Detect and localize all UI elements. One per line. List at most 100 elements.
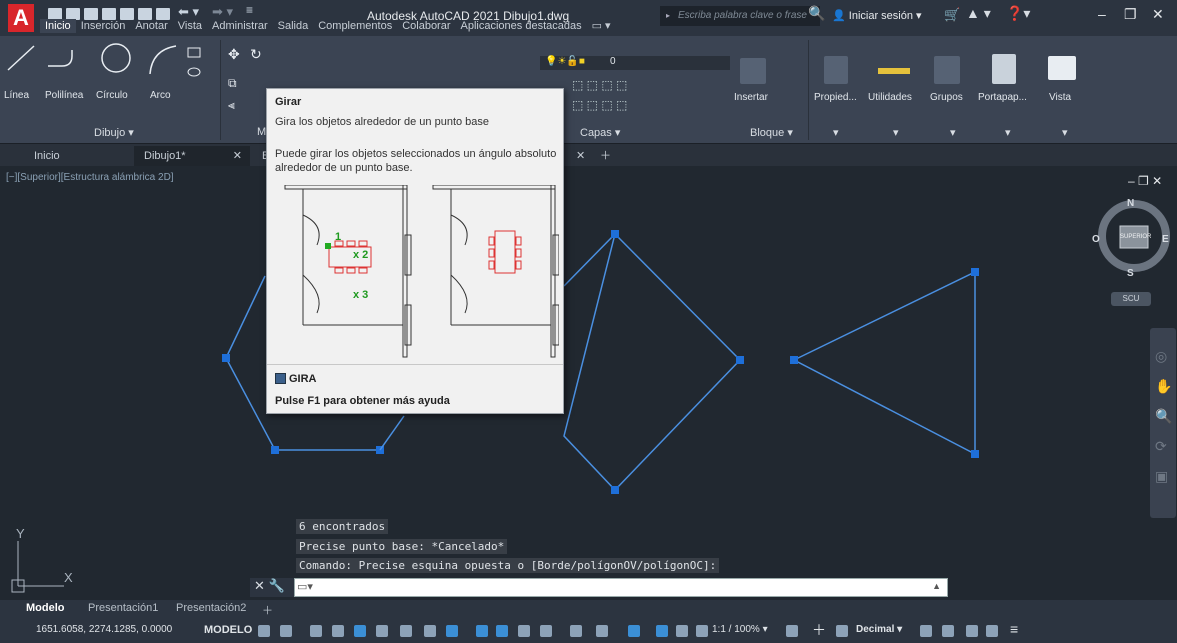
- tab-colaborar[interactable]: Colaborar: [397, 19, 455, 33]
- showmotion-icon[interactable]: ▣: [1155, 468, 1168, 485]
- polyline-tool-label[interactable]: Polilínea: [45, 90, 83, 101]
- selection-filter-icon[interactable]: [596, 625, 608, 637]
- view-label[interactable]: Vista: [1049, 92, 1071, 103]
- clipboard-icon[interactable]: [992, 54, 1016, 84]
- properties-panel-expand[interactable]: ▾: [833, 126, 839, 139]
- tab-anotar[interactable]: Anotar: [130, 19, 172, 33]
- osnap-icon[interactable]: [446, 625, 458, 637]
- mirror-icon[interactable]: ⫷: [228, 98, 235, 113]
- help-icon[interactable]: ❓▾: [1006, 5, 1030, 22]
- lineweight-icon[interactable]: [476, 625, 488, 637]
- isodraft-icon[interactable]: [400, 625, 412, 637]
- autoscale-icon[interactable]: [676, 625, 688, 637]
- clipboard-label[interactable]: Portapap...: [978, 92, 1027, 103]
- add-layout-icon[interactable]: ＋: [262, 602, 273, 618]
- modify-panel-title[interactable]: M: [257, 126, 266, 138]
- ucs-menu[interactable]: SCU: [1111, 292, 1151, 306]
- utilities-label[interactable]: Utilidades: [868, 92, 912, 103]
- viewcube-label[interactable]: SUPERIOR: [1120, 234, 1151, 240]
- customization-menu-icon[interactable]: ≡: [1010, 621, 1018, 637]
- quick-properties-icon[interactable]: [836, 625, 848, 637]
- dynamic-input-icon[interactable]: [332, 625, 344, 637]
- line-tool-label[interactable]: Línea: [4, 90, 29, 101]
- store-icon[interactable]: 🛒: [944, 7, 960, 23]
- tab-layout2[interactable]: Presentación2: [176, 602, 246, 614]
- command-input[interactable]: ▭▾ ▲: [294, 578, 948, 597]
- tab-insercion[interactable]: Inserción: [76, 19, 131, 33]
- lock-ui-icon[interactable]: [920, 625, 932, 637]
- minimize-button[interactable]: –: [1098, 6, 1106, 22]
- close-tab-icon[interactable]: ✕: [233, 146, 242, 166]
- drawing-canvas[interactable]: [0, 166, 1177, 598]
- tab-model[interactable]: Modelo: [26, 602, 65, 614]
- clipboard-panel-expand[interactable]: ▾: [1005, 126, 1011, 139]
- annotation-visibility-icon[interactable]: [656, 625, 668, 637]
- utilities-panel-expand[interactable]: ▾: [893, 126, 899, 139]
- selection-cycling-icon[interactable]: [518, 625, 530, 637]
- infer-icon[interactable]: [310, 625, 322, 637]
- autocad-logo[interactable]: A: [8, 4, 34, 32]
- autodesk-account-icon[interactable]: ▲ ▾: [966, 5, 991, 22]
- insert-label[interactable]: Insertar: [734, 92, 768, 103]
- layer-tools-icons[interactable]: ⬚ ⬚ ⬚ ⬚: [572, 78, 627, 92]
- tab-complementos[interactable]: Complementos: [313, 19, 397, 33]
- tab-vista[interactable]: Vista: [173, 19, 207, 33]
- insert-block-icon[interactable]: [740, 58, 766, 84]
- gizmo-icon[interactable]: [628, 625, 640, 637]
- groups-icon[interactable]: [934, 56, 960, 84]
- draw-panel-title[interactable]: Dibujo ▾: [94, 126, 134, 139]
- viewport-window-controls[interactable]: – ❐ ✕: [1128, 174, 1162, 188]
- search-expand-icon[interactable]: ▸: [666, 6, 670, 26]
- properties-label[interactable]: Propied...: [814, 92, 857, 103]
- compass-north[interactable]: N: [1127, 198, 1134, 209]
- compass-east[interactable]: E: [1162, 234, 1169, 245]
- rotate-icon[interactable]: ↻: [250, 46, 262, 63]
- new-tab-icon[interactable]: ＋: [590, 146, 621, 166]
- coordinates-readout[interactable]: 1651.6058, 2274.1285, 0.0000: [36, 624, 172, 635]
- groups-label[interactable]: Grupos: [930, 92, 963, 103]
- workspace-icon[interactable]: [786, 625, 798, 637]
- clean-screen-icon[interactable]: [986, 625, 998, 637]
- tab-salida[interactable]: Salida: [273, 19, 314, 33]
- recent-commands-icon[interactable]: ▭▾: [297, 580, 313, 593]
- layer-tools-icons-2[interactable]: ⬚ ⬚ ⬚ ⬚: [572, 98, 627, 112]
- customize-icon[interactable]: 🔧: [269, 578, 285, 593]
- tab-aplicaciones[interactable]: Aplicaciones destacadas: [456, 19, 587, 33]
- graphics-performance-icon[interactable]: [966, 625, 978, 637]
- grid-icon[interactable]: [258, 625, 270, 637]
- ribbon-options-icon[interactable]: ▭ ▾: [587, 18, 616, 33]
- groups-panel-expand[interactable]: ▾: [950, 126, 956, 139]
- view-icon[interactable]: [1048, 56, 1076, 80]
- object-tracking-icon[interactable]: [424, 625, 436, 637]
- isolate-objects-icon[interactable]: [942, 625, 954, 637]
- login-button[interactable]: 👤 Iniciar sesión ▾: [832, 9, 922, 22]
- orbit-icon[interactable]: ⟳: [1155, 438, 1167, 455]
- ortho-icon[interactable]: [354, 625, 366, 637]
- dynamic-ucs-icon[interactable]: [570, 625, 582, 637]
- snap-icon[interactable]: [280, 625, 292, 637]
- annotation-scale[interactable]: 1:1 / 100% ▾: [712, 624, 768, 635]
- close-command-icon[interactable]: ✕: [254, 578, 265, 593]
- compass-south[interactable]: S: [1127, 268, 1134, 279]
- move-icon[interactable]: ✥: [228, 46, 240, 63]
- command-history-toggle-icon[interactable]: ▲: [932, 581, 941, 591]
- model-space-button[interactable]: MODELO: [204, 624, 252, 636]
- polar-icon[interactable]: [376, 625, 388, 637]
- file-tab-start[interactable]: Inicio: [24, 146, 70, 166]
- arc-tool-label[interactable]: Arco: [150, 90, 171, 101]
- annotation-scale-icon[interactable]: [696, 625, 708, 637]
- copy-icon[interactable]: ⧉: [228, 76, 237, 91]
- customize-qa-icon[interactable]: ≡: [246, 3, 253, 17]
- restore-button[interactable]: ❐: [1124, 6, 1137, 23]
- transparency-icon[interactable]: [496, 625, 508, 637]
- view-panel-expand[interactable]: ▾: [1062, 126, 1068, 139]
- drawing-viewport[interactable]: [−][Superior][Estructura alámbrica 2D] Y…: [0, 166, 1177, 598]
- utilities-icon[interactable]: [878, 68, 910, 74]
- tab-inicio[interactable]: Inicio: [40, 19, 76, 33]
- tab-administrar[interactable]: Administrar: [207, 19, 273, 33]
- compass-west[interactable]: O: [1092, 234, 1100, 245]
- block-panel-title[interactable]: Bloque ▾: [750, 126, 793, 139]
- tab-layout1[interactable]: Presentación1: [88, 602, 158, 614]
- zoom-icon[interactable]: 🔍: [1155, 408, 1172, 425]
- close-button[interactable]: ✕: [1152, 6, 1164, 23]
